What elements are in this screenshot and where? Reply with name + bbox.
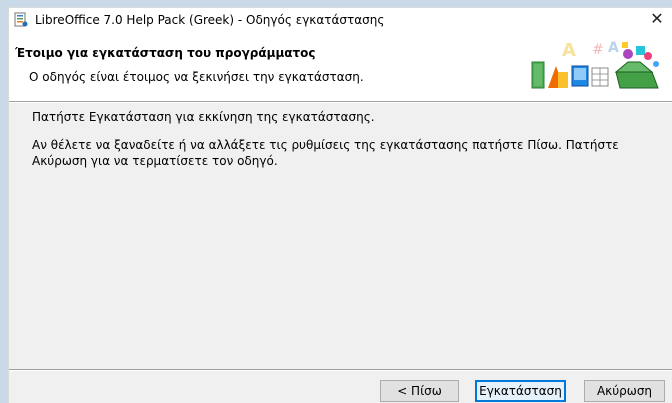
cancel-button[interactable]: Ακύρωση (584, 380, 665, 402)
window-title: LibreOffice 7.0 Help Pack (Greek) - Οδηγ… (35, 13, 385, 27)
svg-text:#: # (592, 42, 604, 58)
back-cancel-instruction: Αν θέλετε να ξαναδείτε ή να αλλάξετε τις… (32, 138, 619, 168)
header-banner: Έτοιμο για εγκατάσταση του προγράμματος … (9, 32, 672, 101)
banner-illustration-icon: A # A (531, 40, 659, 89)
installer-app-icon (14, 12, 28, 27)
installer-window: LibreOffice 7.0 Help Pack (Greek) - Οδηγ… (8, 7, 672, 403)
install-button[interactable]: Εγκατάσταση (475, 380, 566, 402)
footer-divider (9, 369, 672, 371)
title-bar[interactable]: LibreOffice 7.0 Help Pack (Greek) - Οδηγ… (9, 8, 672, 32)
back-button[interactable]: < Πίσω (380, 380, 459, 402)
close-icon[interactable]: ✕ (642, 8, 672, 32)
svg-text:A: A (562, 40, 576, 61)
svg-text:A: A (608, 40, 619, 56)
banner-title: Έτοιμο για εγκατάσταση του προγράμματος (15, 46, 316, 60)
header-divider (9, 101, 672, 103)
install-instruction: Πατήστε Εγκατάσταση για εκκίνηση της εγκ… (32, 110, 375, 124)
banner-subtitle: Ο οδηγός είναι έτοιμος να ξεκινήσει την … (29, 70, 364, 84)
